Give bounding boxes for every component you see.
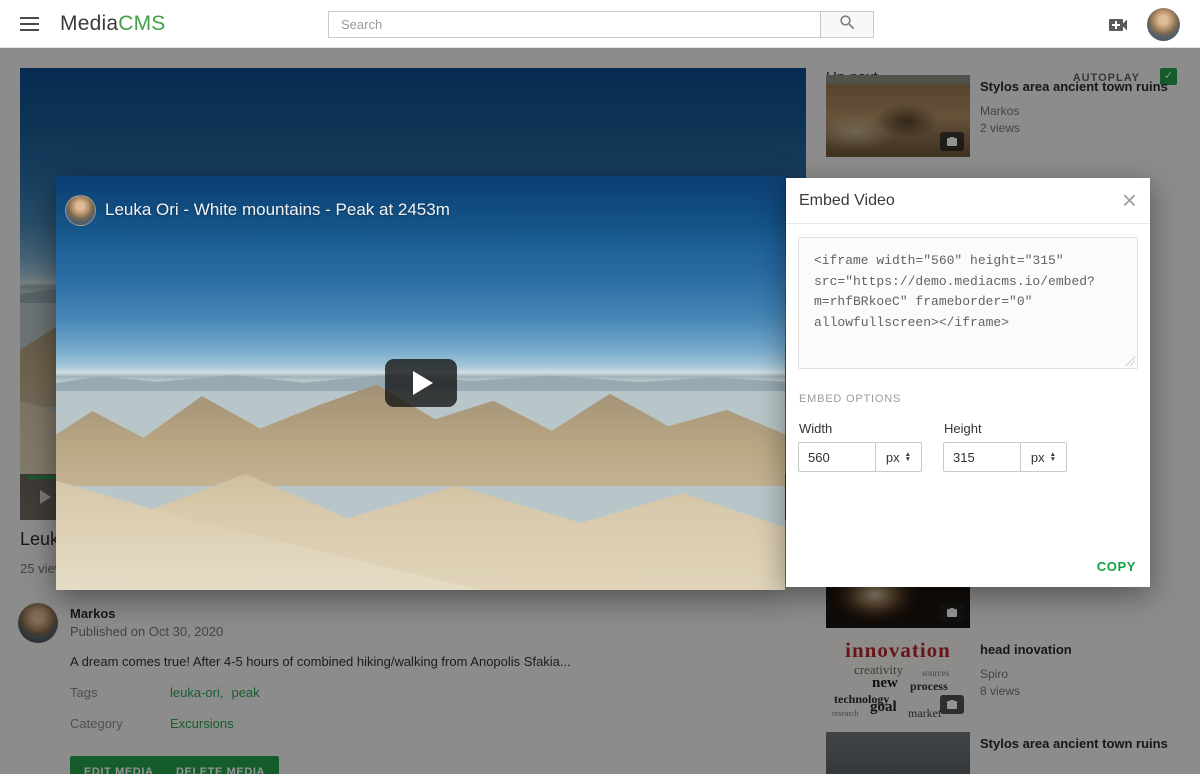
search-button[interactable]: [820, 11, 874, 38]
top-bar: MediaCMS: [0, 0, 1200, 48]
embed-code-line: <iframe width="560" height="315": [814, 251, 1122, 272]
embed-dialog: Embed Video × <iframe width="560" height…: [786, 178, 1150, 587]
embed-code-line: m=rhfBRkoeC" frameborder="0": [814, 292, 1122, 313]
width-field-group: px ▲▼: [798, 442, 922, 472]
spinner-icon: ▲▼: [1050, 452, 1056, 463]
dialog-header: Embed Video ×: [786, 178, 1150, 224]
embed-preview-player[interactable]: Leuka Ori - White mountains - Peak at 24…: [56, 176, 785, 590]
search-input[interactable]: [328, 11, 820, 38]
channel-avatar[interactable]: [65, 195, 96, 226]
dialog-title: Embed Video: [799, 192, 895, 210]
embed-code-line: src="https://demo.mediacms.io/embed?: [814, 272, 1122, 293]
height-field-group: px ▲▼: [943, 442, 1067, 472]
user-avatar[interactable]: [1147, 8, 1180, 41]
upload-video-icon[interactable]: [1106, 13, 1130, 37]
search-icon: [838, 13, 857, 37]
height-unit-select[interactable]: px ▲▼: [1021, 442, 1067, 472]
embed-height-input[interactable]: [943, 442, 1021, 472]
embed-options-label: EMBED OPTIONS: [799, 393, 901, 405]
width-label: Width: [799, 421, 832, 436]
embed-code-line: allowfullscreen></iframe>: [814, 313, 1122, 334]
app: Leuka Ori - White mountains - Peak at 24…: [0, 0, 1200, 774]
preview-video-title: Leuka Ori - White mountains - Peak at 24…: [105, 200, 450, 220]
embed-code-textarea[interactable]: <iframe width="560" height="315" src="ht…: [798, 237, 1138, 369]
unit-label: px: [886, 450, 900, 465]
spinner-icon: ▲▼: [905, 452, 911, 463]
embed-width-input[interactable]: [798, 442, 876, 472]
width-unit-select[interactable]: px ▲▼: [876, 442, 922, 472]
play-button[interactable]: [385, 359, 457, 407]
unit-label: px: [1031, 450, 1045, 465]
play-icon: [413, 371, 433, 395]
height-label: Height: [944, 421, 982, 436]
resize-handle[interactable]: [1125, 356, 1135, 366]
menu-icon[interactable]: [20, 17, 39, 31]
copy-button[interactable]: COPY: [1097, 559, 1136, 574]
logo[interactable]: MediaCMS: [60, 12, 165, 36]
close-icon[interactable]: ×: [1122, 186, 1137, 214]
